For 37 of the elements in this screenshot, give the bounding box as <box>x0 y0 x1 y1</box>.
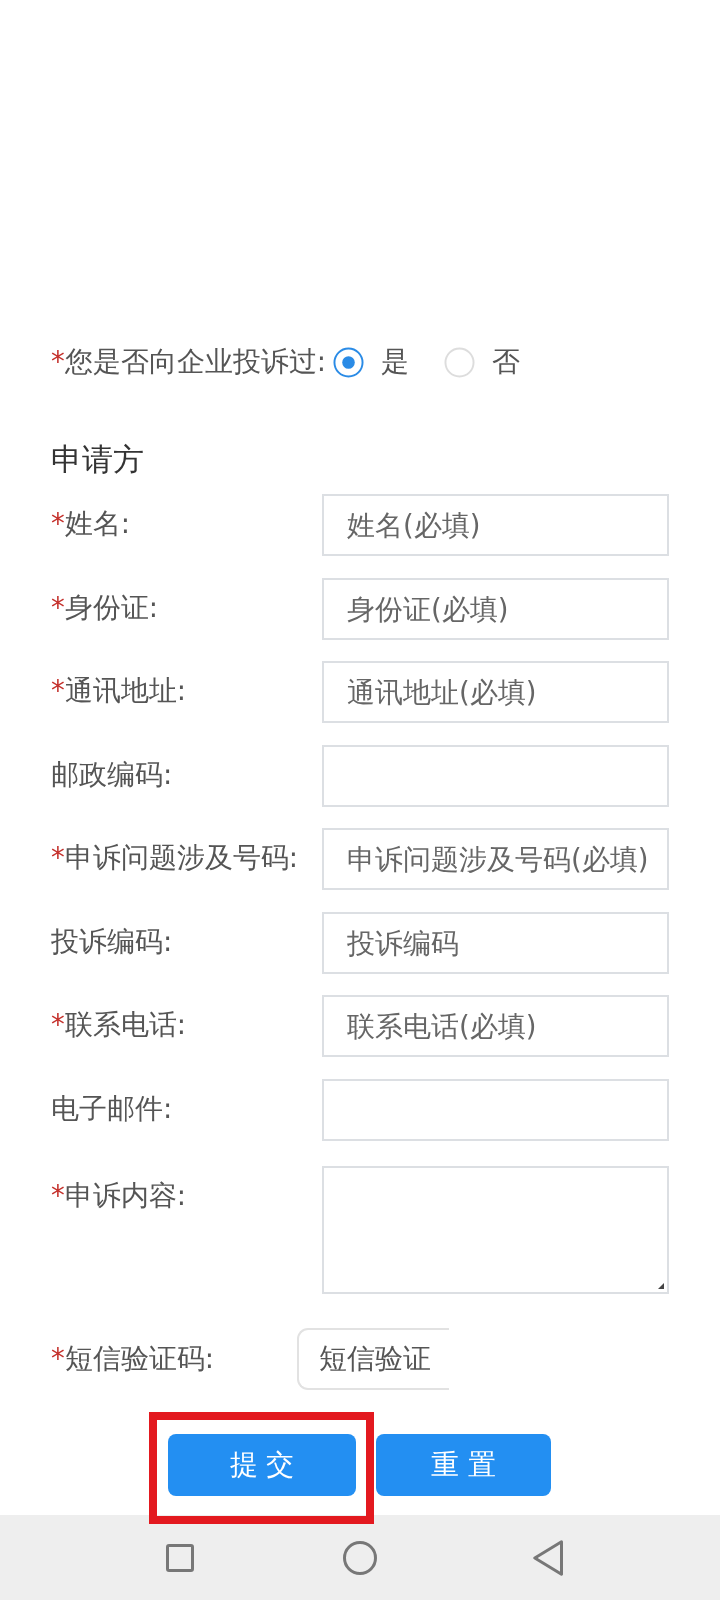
radio-button[interactable] <box>333 346 364 378</box>
input-field[interactable]: 投诉编码 <box>322 911 669 974</box>
circle-icon[interactable] <box>343 1540 377 1575</box>
field-label: 身份证: <box>64 590 158 623</box>
field-label: 通讯地址: <box>64 674 186 706</box>
input-field[interactable]: 通讯地址(必填) <box>322 661 669 723</box>
required-mark: * <box>51 1341 65 1374</box>
input-field[interactable] <box>322 744 669 807</box>
input-field[interactable]: 申诉问题涉及号码(必填) <box>322 828 669 890</box>
input-field[interactable]: 身份证(必填) <box>322 577 669 640</box>
required-mark: * <box>51 674 65 706</box>
sms-verify-button[interactable]: 短信验证 <box>297 1327 449 1390</box>
field-label: 联系电话: <box>64 1008 186 1040</box>
field-label: 申诉内容: <box>64 1178 186 1211</box>
input-field[interactable]: 姓名(必填) <box>322 494 669 556</box>
field-label: 邮政编码: <box>51 757 173 790</box>
field-label: 短信验证码: <box>64 1341 214 1374</box>
field-label: 申诉问题涉及号码: <box>64 841 298 873</box>
input-field[interactable]: 联系电话(必填) <box>322 995 669 1057</box>
field-label: 投诉编码: <box>51 924 173 957</box>
square-icon[interactable] <box>166 1543 194 1572</box>
required-mark: * <box>51 590 65 623</box>
field-label: 电子邮件: <box>51 1091 173 1124</box>
back-icon[interactable] <box>533 1539 563 1576</box>
required-mark: * <box>51 1178 65 1211</box>
required-mark: * <box>51 507 65 539</box>
radio-label[interactable]: 是 <box>381 344 409 380</box>
textarea-field[interactable] <box>322 1165 669 1294</box>
required-mark: * <box>51 841 65 873</box>
radio-label[interactable]: 否 <box>492 344 520 380</box>
question-label: 您是否向企业投诉过: <box>64 345 326 377</box>
section-heading: 申请方 <box>51 440 145 479</box>
resize-grip-icon[interactable] <box>658 1282 664 1289</box>
required-mark: * <box>51 1008 65 1040</box>
required-mark: * <box>51 345 65 377</box>
field-label: 姓名: <box>64 507 130 539</box>
input-field[interactable] <box>322 1078 669 1141</box>
